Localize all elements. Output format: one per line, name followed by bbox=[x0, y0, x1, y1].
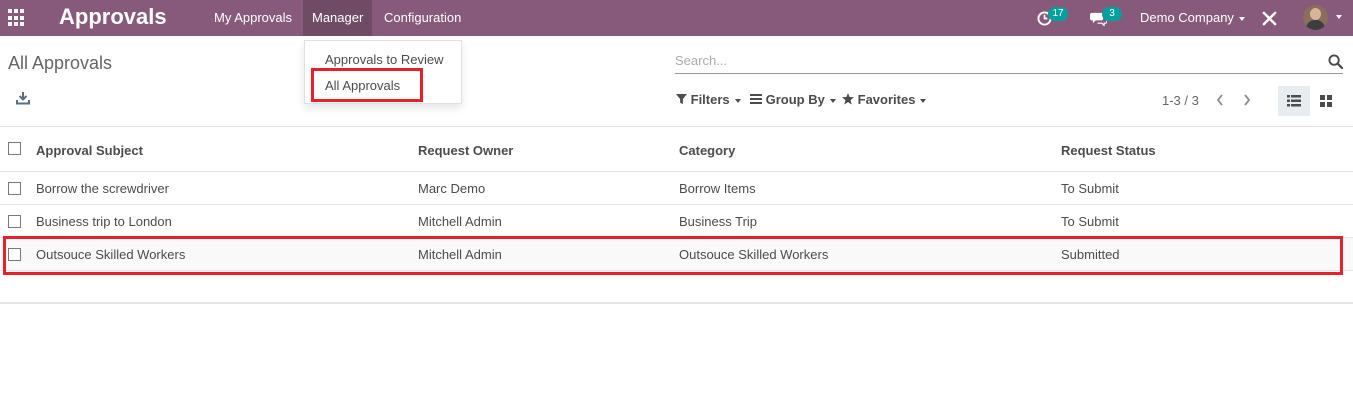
cell-subject: Business trip to London bbox=[36, 214, 172, 229]
table-bottom-divider bbox=[0, 302, 1353, 303]
chevron-down-icon bbox=[829, 98, 836, 103]
chevron-down-icon bbox=[1238, 16, 1245, 21]
favorites-button[interactable]: Favorites bbox=[842, 92, 927, 107]
menu-manager[interactable]: Manager bbox=[303, 0, 373, 36]
cell-subject: Borrow the screwdriver bbox=[36, 181, 169, 196]
column-header-subject[interactable]: Approval Subject bbox=[36, 143, 143, 158]
list-icon bbox=[1287, 95, 1301, 107]
table-header-row: Approval Subject Request Owner Category … bbox=[0, 128, 1353, 172]
empty-row bbox=[0, 271, 1353, 304]
row-highlight-box bbox=[3, 236, 1343, 275]
menu-configuration[interactable]: Configuration bbox=[375, 0, 470, 36]
cell-status: To Submit bbox=[1061, 181, 1119, 196]
chevron-down-icon bbox=[920, 98, 927, 103]
pager-value[interactable]: 1-3 / 3 bbox=[1162, 93, 1199, 108]
column-header-status[interactable]: Request Status bbox=[1061, 143, 1156, 158]
column-header-owner[interactable]: Request Owner bbox=[418, 143, 513, 158]
menu-highlight-box bbox=[311, 68, 423, 102]
apps-menu-icon[interactable] bbox=[8, 9, 26, 27]
user-menu-chevron-icon[interactable] bbox=[1336, 15, 1342, 19]
group-by-label: Group By bbox=[765, 92, 825, 107]
cell-owner: Mitchell Admin bbox=[418, 214, 502, 229]
pager-next-icon[interactable] bbox=[1242, 93, 1252, 107]
filter-icon bbox=[676, 94, 687, 105]
filters-label: Filters bbox=[690, 92, 730, 107]
menu-item-approvals-to-review[interactable]: Approvals to Review bbox=[325, 52, 444, 67]
company-name: Demo Company bbox=[1140, 10, 1234, 25]
tools-icon bbox=[1262, 11, 1277, 26]
cell-category: Business Trip bbox=[679, 214, 758, 229]
activity-count-badge: 17 bbox=[1048, 7, 1068, 21]
cell-owner: Marc Demo bbox=[418, 181, 486, 196]
top-navbar: Approvals My Approvals Manager Configura… bbox=[0, 0, 1353, 36]
favorites-label: Favorites bbox=[857, 92, 916, 107]
search-input[interactable] bbox=[675, 50, 1305, 70]
column-header-category[interactable]: Category bbox=[679, 143, 735, 158]
kanban-icon bbox=[1320, 95, 1332, 107]
table-row[interactable]: Business trip to London Mitchell Admin B… bbox=[0, 205, 1353, 238]
kanban-view-button[interactable] bbox=[1310, 86, 1342, 116]
star-icon bbox=[842, 93, 854, 105]
cell-status: To Submit bbox=[1061, 214, 1119, 229]
group-by-button[interactable]: Group By bbox=[750, 92, 836, 107]
search-icon[interactable] bbox=[1328, 54, 1343, 69]
cell-category: Borrow Items bbox=[679, 181, 756, 196]
select-all-checkbox[interactable] bbox=[8, 142, 21, 155]
filters-button[interactable]: Filters bbox=[676, 92, 741, 107]
row-checkbox[interactable] bbox=[8, 215, 21, 228]
table-row[interactable]: Borrow the screwdriver Marc Demo Borrow … bbox=[0, 172, 1353, 205]
pager-previous-icon[interactable] bbox=[1215, 93, 1225, 107]
app-title: Approvals bbox=[59, 4, 167, 29]
breadcrumb: All Approvals bbox=[8, 53, 113, 73]
control-panel: All Approvals Filters Group By Favorites… bbox=[0, 36, 1353, 127]
bars-icon bbox=[750, 94, 762, 104]
chevron-down-icon bbox=[734, 98, 741, 103]
message-count-badge: 3 bbox=[1102, 7, 1122, 21]
menu-my-approvals[interactable]: My Approvals bbox=[205, 0, 301, 36]
download-icon[interactable] bbox=[16, 91, 30, 105]
list-view-button[interactable] bbox=[1278, 86, 1310, 116]
user-avatar[interactable] bbox=[1303, 5, 1328, 30]
company-switcher[interactable]: Demo Company bbox=[1140, 0, 1245, 36]
row-checkbox[interactable] bbox=[8, 182, 21, 195]
search-bar bbox=[675, 50, 1343, 74]
